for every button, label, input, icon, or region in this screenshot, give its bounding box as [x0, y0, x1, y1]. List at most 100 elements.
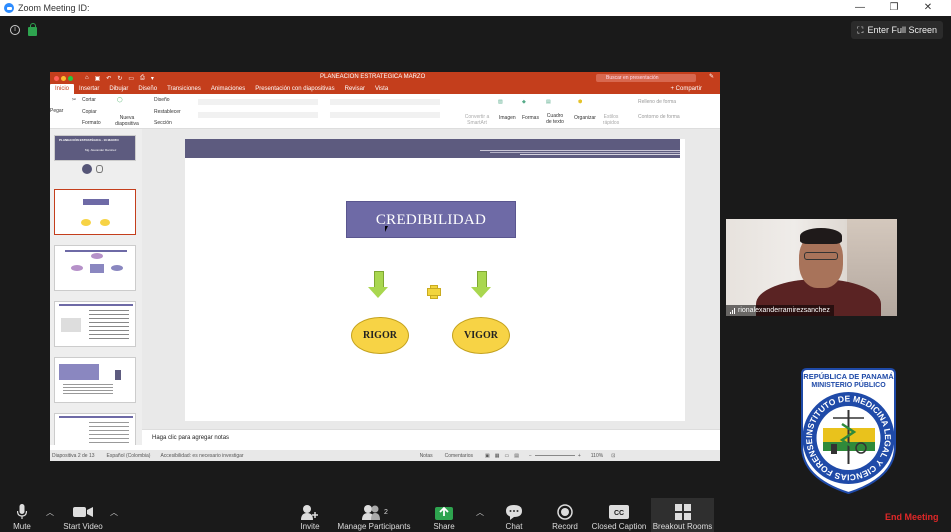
closed-caption-button[interactable]: CC Closed Caption [590, 498, 648, 532]
mute-label: Mute [13, 522, 31, 531]
chat-button[interactable]: Chat [500, 498, 528, 532]
ppt-titlebar: ⌂ ▣ ↶ ↻ ▭ ⎙ ▾ PLANEACION ESTRATEGICA MAR… [50, 72, 720, 84]
seal-line2: MINISTERIO PÚBLICO [811, 380, 886, 389]
microphone-icon [0, 502, 44, 522]
ppt-tab-revisar: Revisar [344, 86, 365, 92]
zoom-logo-icon [4, 3, 14, 13]
fullscreen-icon: ⛶ [857, 24, 864, 35]
view-buttons: ▣ ▦ ▭ ▤ [485, 453, 519, 459]
share-screen-button[interactable]: Share [428, 498, 460, 532]
closed-caption-label: Closed Caption [591, 522, 647, 531]
quick-access-toolbar: ⌂ ▣ ↶ ↻ ▭ ⎙ ▾ [85, 75, 154, 82]
font-format-row [198, 112, 318, 118]
zoom-in-icon: + [577, 452, 581, 459]
participant-glasses [804, 252, 838, 260]
thumb5-arrow [115, 370, 121, 380]
credibilidad-box: CREDIBILIDAD [346, 201, 516, 238]
thumb3-node-left [71, 265, 83, 271]
mac-zoom-icon [68, 75, 73, 81]
status-notes: Notas [419, 452, 433, 459]
end-meeting-button[interactable]: End Meeting [885, 512, 939, 522]
paragraph-row-2 [330, 112, 440, 118]
ppt-ribbon: Pegar ✂ Cortar Copiar Formato Nueva diap… [50, 94, 720, 129]
mute-button[interactable]: Mute [0, 498, 44, 532]
undo-icon: ↶ [106, 75, 112, 82]
ribbon-paste: Pegar [50, 108, 64, 114]
thumb2-oval-left [81, 219, 91, 226]
ppt-tab-inicio: Inicio [50, 84, 75, 94]
ppt-tab-dibujar: Dibujar [109, 86, 129, 92]
meeting-topbar: i ⛶ Enter Full Screen [0, 16, 951, 44]
status-slide-count: Diapositiva 2 de 13 [52, 452, 95, 459]
participant-namebar: rionalexanderramirezsanchez [726, 305, 834, 316]
record-label: Record [552, 522, 578, 531]
ppt-profile-icon: ✎ [708, 74, 714, 80]
current-slide: CREDIBILIDAD RIGOR VIGOR [185, 139, 685, 421]
thumb2-oval-right [100, 219, 110, 226]
plus-shape [427, 285, 441, 299]
invite-button[interactable]: Invite [294, 498, 326, 532]
encryption-lock-icon[interactable] [28, 22, 37, 36]
fullscreen-label: Enter Full Screen [867, 25, 937, 35]
breakout-grid-icon [651, 502, 714, 522]
share-options-chevron-icon[interactable]: ︿ [476, 507, 484, 518]
manage-participants-button[interactable]: 2 Manage Participants [334, 498, 414, 532]
cc-icon: CC [590, 502, 648, 522]
thumb6-text [89, 422, 129, 445]
new-doc-icon: ▭ [128, 75, 135, 82]
new-slide-icon: ◯ [117, 97, 123, 103]
participant-name: rionalexanderramirezsanchez [738, 307, 830, 314]
breakout-rooms-button[interactable]: Breakout Rooms [651, 498, 714, 532]
seal-line1: REPÚBLICA DE PANAMÁ [803, 372, 894, 381]
thumb3-node-right [111, 265, 123, 271]
vigor-oval: VIGOR [452, 317, 510, 354]
minimize-icon[interactable]: — [843, 0, 877, 16]
thumbnail-slide-6 [54, 413, 136, 445]
info-icon[interactable]: i [10, 25, 20, 35]
manage-participants-label: Manage Participants [337, 522, 411, 531]
ppt-search-field: Buscar en presentación [596, 74, 696, 82]
thumbnail-slide-3 [54, 245, 136, 291]
sorter-view-icon: ▦ [494, 452, 500, 459]
paragraph-row-1 [330, 99, 440, 105]
zoom-track [534, 455, 575, 456]
arrange-icon: ⬢ [578, 99, 583, 105]
thumbnail-slide-4 [54, 301, 136, 347]
thumb3-node-center [90, 264, 104, 273]
svg-text:CC: CC [614, 510, 624, 517]
status-accessibility: Accesibilidad: es necesario investigar [160, 452, 244, 459]
participant-hair [800, 228, 842, 244]
record-button[interactable]: Record [548, 498, 582, 532]
ribbon-reset: Restablecer [154, 109, 181, 115]
ribbon-shape-fill: Relleno de forma [638, 99, 677, 105]
participant-video[interactable]: rionalexanderramirezsanchez [726, 219, 897, 316]
thumb4-header [59, 304, 133, 306]
thumb1-emblem-icon [96, 165, 103, 173]
close-icon[interactable]: ✕ [911, 0, 945, 16]
chat-bubble-icon [500, 502, 528, 522]
thumbnail-slide-2 [54, 189, 136, 235]
signal-icon [730, 307, 735, 314]
video-options-chevron-icon[interactable]: ︿ [110, 507, 118, 518]
audio-options-chevron-icon[interactable]: ︿ [46, 507, 54, 518]
ppt-search-text: Buscar en presentación [606, 75, 659, 81]
start-video-button[interactable]: Start Video [58, 498, 108, 532]
enter-fullscreen-button[interactable]: ⛶ Enter Full Screen [851, 21, 943, 39]
window-controls: — ❐ ✕ [843, 0, 945, 16]
ppt-document-title: PLANEACION ESTRATEGICA MARZO [320, 74, 426, 80]
restore-icon[interactable]: ❐ [877, 0, 911, 16]
thumb1-logo-icon [82, 164, 92, 174]
save-icon: ▣ [94, 75, 101, 82]
status-comments: Comentarios [444, 452, 473, 459]
thumb1-title: PLANEACIÓN ESTRATÉGICA - 10 MARZO [59, 138, 119, 142]
invite-label: Invite [300, 522, 320, 531]
thumb2-arrow [84, 212, 92, 218]
ribbon-design: Diseño [154, 97, 170, 103]
zoom-slider: − + [529, 453, 581, 459]
mac-window-buttons [54, 75, 73, 81]
image-icon: ▨ [498, 99, 503, 105]
slide-thumbnails: PLANEACIÓN ESTRATÉGICA - 10 MARZO Mg. Al… [50, 129, 142, 445]
ribbon-quick-styles: Estilos rápidos [602, 114, 620, 126]
reading-view-icon: ▭ [504, 452, 510, 459]
thumbnail-slide-1: PLANEACIÓN ESTRATÉGICA - 10 MARZO Mg. Al… [54, 135, 136, 161]
